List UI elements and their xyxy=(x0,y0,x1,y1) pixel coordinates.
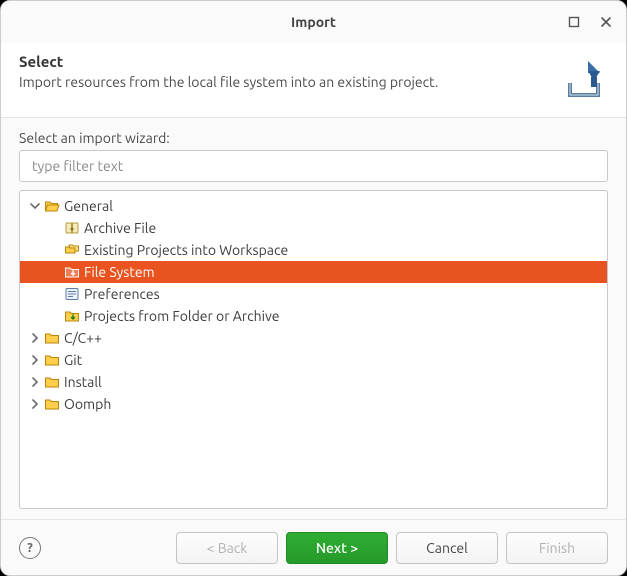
twisty-none xyxy=(48,243,62,257)
folder-icon xyxy=(44,330,60,346)
tree-row-label: Existing Projects into Workspace xyxy=(84,242,288,258)
header-title: Select xyxy=(19,53,550,70)
tree-row-label: File System xyxy=(84,264,155,280)
twisty-closed-icon[interactable] xyxy=(28,397,42,411)
titlebar: Import xyxy=(1,1,626,43)
help-button[interactable]: ? xyxy=(19,537,41,559)
footer: ? < Back Next > Cancel Finish xyxy=(1,519,626,575)
import-banner-icon xyxy=(560,55,608,103)
cancel-button[interactable]: Cancel xyxy=(396,532,498,564)
window-controls xyxy=(560,1,620,43)
tree-row[interactable]: Oomph xyxy=(20,393,607,415)
folder-icon xyxy=(44,396,60,412)
tree-row[interactable]: File System xyxy=(20,261,607,283)
prefs-icon xyxy=(64,286,80,302)
tree-row[interactable]: Git xyxy=(20,349,607,371)
archive-icon xyxy=(64,220,80,236)
tree-row-label: Preferences xyxy=(84,286,160,302)
twisty-none xyxy=(48,265,62,279)
twisty-closed-icon[interactable] xyxy=(28,353,42,367)
tree-row-label: Oomph xyxy=(64,396,111,412)
close-button[interactable] xyxy=(592,8,620,36)
twisty-none xyxy=(48,221,62,235)
tree-row-label: Git xyxy=(64,352,82,368)
tree-row[interactable]: Archive File xyxy=(20,217,607,239)
filesys-icon xyxy=(64,308,80,324)
next-button[interactable]: Next > xyxy=(286,532,388,564)
wizard-label: Select an import wizard: xyxy=(19,130,608,146)
filter-input[interactable] xyxy=(30,157,597,175)
folder-open-icon xyxy=(44,198,60,214)
tree-row-label: Archive File xyxy=(84,220,156,236)
projects-icon xyxy=(64,242,80,258)
tree-row[interactable]: Existing Projects into Workspace xyxy=(20,239,607,261)
tree-row-label: Install xyxy=(64,374,102,390)
filesys-icon xyxy=(64,264,80,280)
tree-row-label: C/C++ xyxy=(64,330,102,346)
tree-row[interactable]: General xyxy=(20,195,607,217)
folder-icon xyxy=(44,352,60,368)
twisty-closed-icon[interactable] xyxy=(28,375,42,389)
content: Select an import wizard: General Archive… xyxy=(1,118,626,519)
tree-row-label: General xyxy=(64,198,113,214)
twisty-none xyxy=(48,309,62,323)
window-title: Import xyxy=(291,14,336,30)
twisty-closed-icon[interactable] xyxy=(28,331,42,345)
back-button[interactable]: < Back xyxy=(176,532,278,564)
tree-row[interactable]: Preferences xyxy=(20,283,607,305)
filter-field[interactable] xyxy=(19,150,608,182)
tree-row[interactable]: Projects from Folder or Archive xyxy=(20,305,607,327)
tree-row-label: Projects from Folder or Archive xyxy=(84,308,280,324)
finish-button[interactable]: Finish xyxy=(506,532,608,564)
header-desc: Import resources from the local file sys… xyxy=(19,74,550,90)
tree-row[interactable]: Install xyxy=(20,371,607,393)
maximize-button[interactable] xyxy=(560,8,588,36)
folder-icon xyxy=(44,374,60,390)
twisty-open-icon[interactable] xyxy=(28,199,42,213)
wizard-tree[interactable]: General Archive File Existing Projects i… xyxy=(19,190,608,509)
dialog-window: Import Select Import resources from the … xyxy=(0,0,627,576)
twisty-none xyxy=(48,287,62,301)
tree-row[interactable]: C/C++ xyxy=(20,327,607,349)
header: Select Import resources from the local f… xyxy=(1,43,626,118)
